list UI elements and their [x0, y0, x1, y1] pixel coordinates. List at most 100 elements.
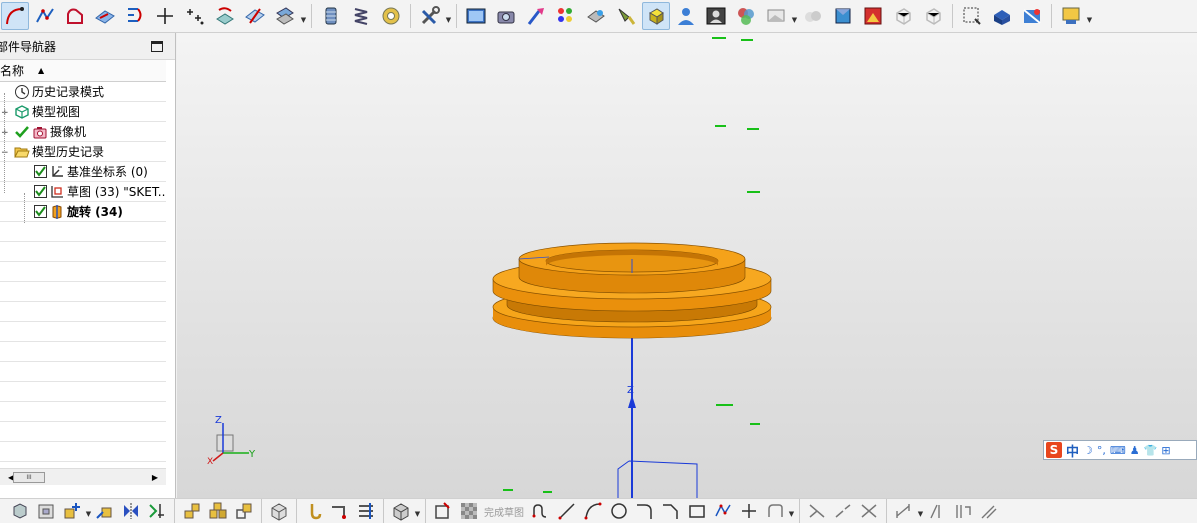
intersect-curve-icon[interactable]: [241, 2, 269, 30]
camera-settings-icon[interactable]: [492, 2, 520, 30]
shading-icon[interactable]: [1018, 2, 1046, 30]
color-palette-icon[interactable]: [552, 2, 580, 30]
point-set-icon[interactable]: [181, 2, 209, 30]
package-icon[interactable]: [267, 499, 291, 523]
extend-icon[interactable]: [831, 499, 855, 523]
line-icon[interactable]: [555, 499, 579, 523]
checkmark-icon[interactable]: [14, 124, 30, 140]
ime-user-icon[interactable]: ♟: [1130, 444, 1140, 457]
tree-item-cameras[interactable]: + 摄像机: [0, 122, 166, 142]
dropdown-arrow-icon[interactable]: ▼: [1086, 2, 1093, 30]
dropdown-arrow-icon[interactable]: ▼: [788, 501, 795, 521]
checkbox[interactable]: [34, 165, 47, 178]
background-icon[interactable]: [762, 2, 790, 30]
texture-icon[interactable]: [582, 2, 610, 30]
cloud-icon[interactable]: [799, 2, 827, 30]
part-stack-icon[interactable]: [8, 499, 32, 523]
ime-toolbar[interactable]: S 中 ☽ °, ⌨ ♟ 👕 ⊞: [1043, 440, 1197, 460]
offset-curve-icon[interactable]: [121, 2, 149, 30]
mirror-icon[interactable]: [119, 499, 143, 523]
bearing-icon[interactable]: [377, 2, 405, 30]
navigator-horizontal-scrollbar[interactable]: ◀ III ▶: [0, 468, 166, 485]
graphics-viewport[interactable]: Z Z Y X: [177, 33, 1197, 498]
wire-cube-icon[interactable]: [889, 2, 917, 30]
ime-keyboard-icon[interactable]: ⌨: [1110, 444, 1126, 457]
arc-curve-icon[interactable]: [1, 2, 29, 30]
dropdown-arrow-icon[interactable]: ▼: [85, 501, 92, 521]
plane-icon[interactable]: [91, 2, 119, 30]
ime-moon-icon[interactable]: ☽: [1083, 444, 1093, 457]
route-icon[interactable]: [328, 499, 352, 523]
polyline-icon[interactable]: [711, 499, 735, 523]
materials-icon[interactable]: [732, 2, 760, 30]
3d-scene[interactable]: Z Z Y X: [177, 33, 1197, 498]
light-render-icon[interactable]: [642, 2, 670, 30]
rectangle-icon[interactable]: [685, 499, 709, 523]
dropdown-arrow-icon[interactable]: ▼: [414, 501, 421, 521]
maximize-icon[interactable]: [151, 40, 163, 52]
tree-item-history-mode[interactable]: 历史记录模式: [0, 82, 166, 102]
portrait-icon[interactable]: [702, 2, 730, 30]
section-curve-icon[interactable]: [271, 2, 299, 30]
cylinder-stack-icon[interactable]: [317, 2, 345, 30]
dropdown-arrow-icon[interactable]: ▼: [445, 2, 452, 30]
circle-icon[interactable]: [607, 499, 631, 523]
tools-icon[interactable]: [416, 2, 444, 30]
finish-sketch-icon[interactable]: [457, 499, 481, 523]
image-frame-icon[interactable]: [859, 2, 887, 30]
ime-punct-icon[interactable]: °,: [1097, 444, 1106, 457]
zoom-window-icon[interactable]: [958, 2, 986, 30]
arc-icon[interactable]: [581, 499, 605, 523]
scroll-thumb[interactable]: III: [13, 472, 45, 483]
point-icon[interactable]: [737, 499, 761, 523]
add-component-icon[interactable]: [60, 499, 84, 523]
move-component-icon[interactable]: [93, 499, 117, 523]
view-cube-icon[interactable]: [389, 499, 413, 523]
checkbox[interactable]: [34, 185, 47, 198]
sketch-task-icon[interactable]: [431, 499, 455, 523]
constraint-icon[interactable]: [145, 499, 169, 523]
column-header-name[interactable]: 名称 ▲: [0, 60, 166, 82]
dimension-icon[interactable]: [892, 499, 916, 523]
hook-icon[interactable]: [302, 499, 326, 523]
scroll-right-icon[interactable]: ▶: [152, 473, 158, 482]
sketch-shape-icon[interactable]: [61, 2, 89, 30]
project-curve-icon[interactable]: [211, 2, 239, 30]
checkbox[interactable]: [34, 205, 47, 218]
cube-color-icon[interactable]: [829, 2, 857, 30]
wire-cube-icon[interactable]: [919, 2, 947, 30]
spline-icon[interactable]: [31, 2, 59, 30]
spotlight-icon[interactable]: [612, 2, 640, 30]
ime-mode[interactable]: 中: [1066, 441, 1079, 460]
display-settings-icon[interactable]: [1057, 2, 1085, 30]
chamfer-icon[interactable]: [659, 499, 683, 523]
ime-logo[interactable]: S: [1046, 442, 1062, 458]
dropdown-arrow-icon[interactable]: ▼: [791, 2, 798, 30]
assembly-icon[interactable]: [34, 499, 58, 523]
ime-skin-icon[interactable]: 👕: [1144, 444, 1158, 457]
explode-icon[interactable]: [180, 499, 204, 523]
sequence-icon[interactable]: [206, 499, 230, 523]
spring-icon[interactable]: [347, 2, 375, 30]
profile-icon[interactable]: [529, 499, 553, 523]
trim-icon[interactable]: [805, 499, 829, 523]
fillet-icon[interactable]: [633, 499, 657, 523]
dropdown-arrow-icon[interactable]: ▼: [917, 501, 924, 521]
tree-item-datum-csys[interactable]: 基准坐标系 (0): [0, 162, 166, 182]
auto-constrain-icon[interactable]: [977, 499, 1001, 523]
link-component-icon[interactable]: [232, 499, 256, 523]
show-constraints-icon[interactable]: [951, 499, 975, 523]
tree-item-model-history[interactable]: − 模型历史记录: [0, 142, 166, 162]
dropdown-arrow-icon[interactable]: ▼: [300, 2, 307, 30]
corner-icon[interactable]: [857, 499, 881, 523]
blue-shape-icon[interactable]: [988, 2, 1016, 30]
tree-item-model-views[interactable]: + 模型视图: [0, 102, 166, 122]
screen-capture-icon[interactable]: [462, 2, 490, 30]
brush-icon[interactable]: [522, 2, 550, 30]
geometric-constraint-icon[interactable]: [925, 499, 949, 523]
ime-grid-icon[interactable]: ⊞: [1161, 444, 1170, 457]
offset-icon[interactable]: [763, 499, 787, 523]
cross-point-icon[interactable]: [151, 2, 179, 30]
pattern-icon[interactable]: [354, 499, 378, 523]
user-icon[interactable]: [672, 2, 700, 30]
